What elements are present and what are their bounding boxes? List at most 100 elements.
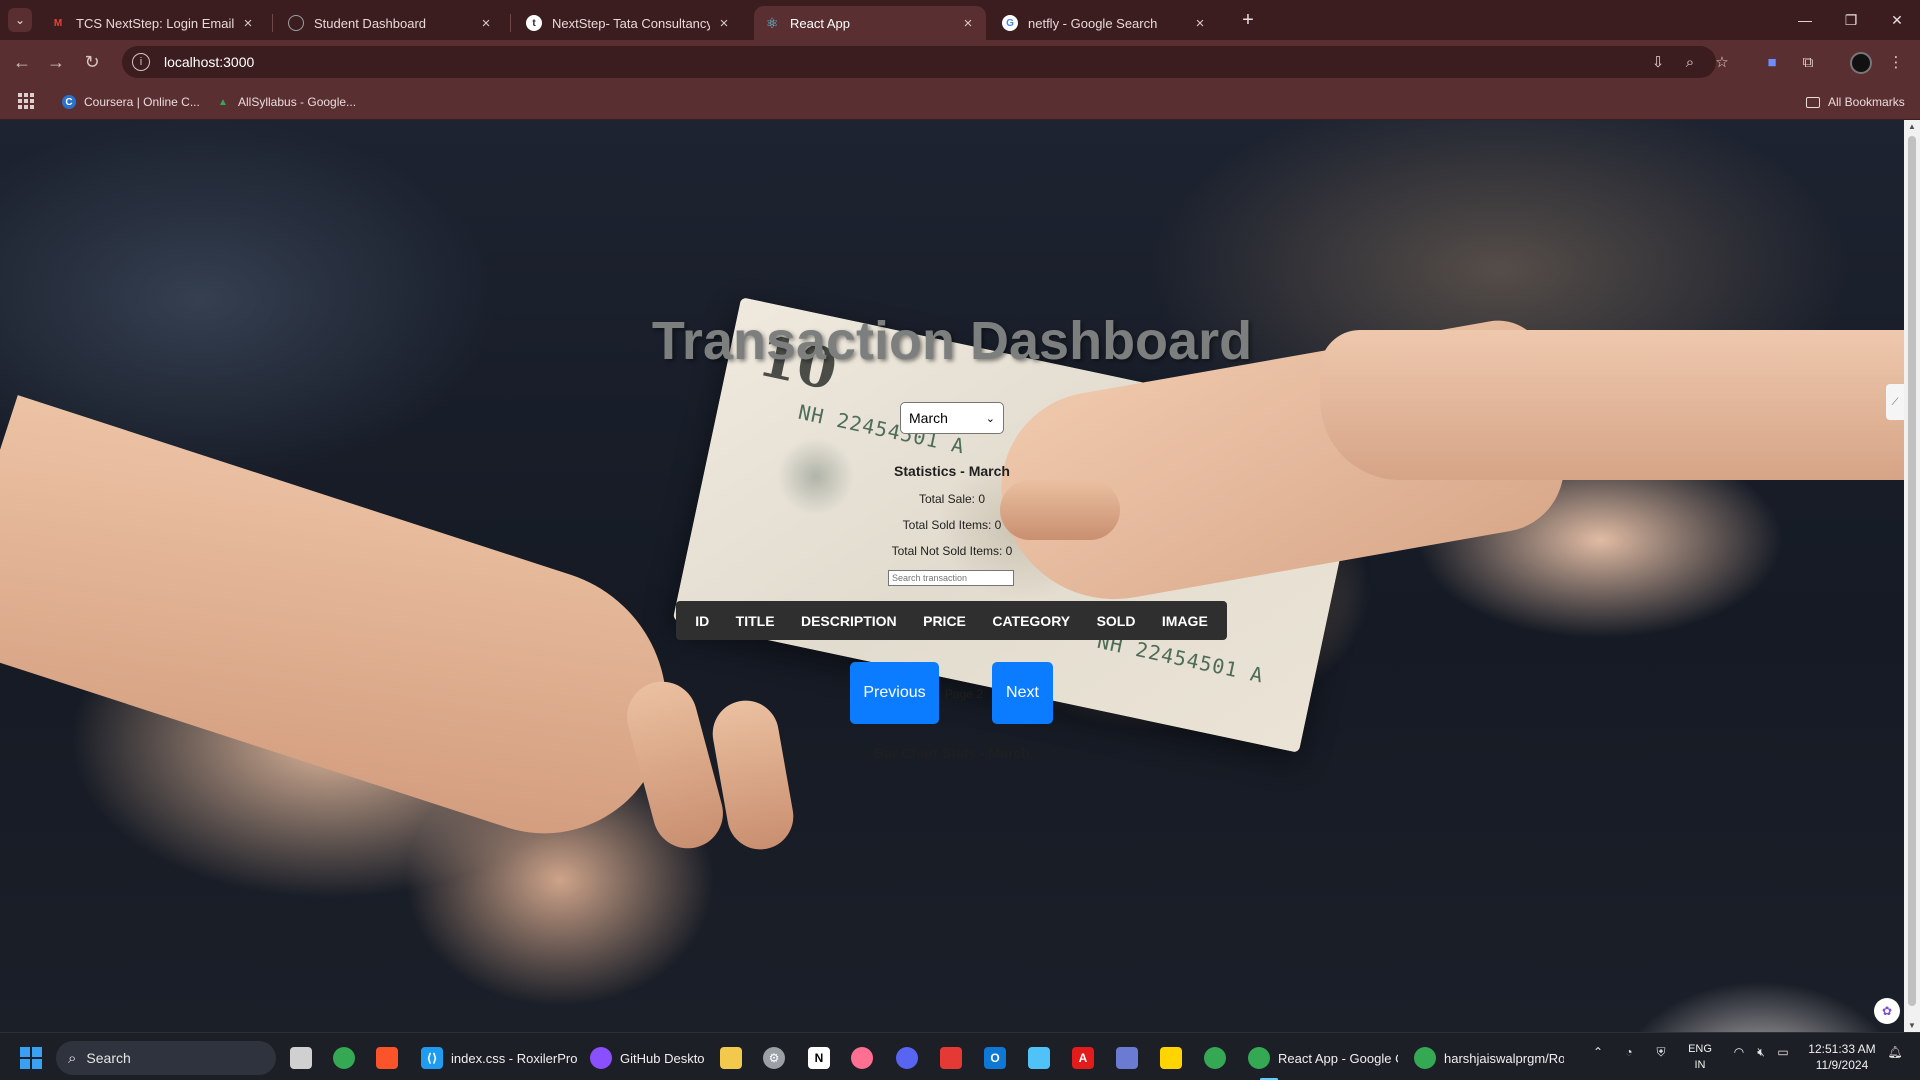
profile-avatar[interactable] [1850, 52, 1872, 74]
forward-button[interactable]: → [42, 48, 70, 76]
scroll-down-icon[interactable]: ▼ [1908, 1021, 1916, 1030]
new-tab-button[interactable]: + [1236, 8, 1260, 32]
extensions-puzzle-icon[interactable]: ⧉ [1796, 50, 1820, 74]
taskbar-discord[interactable] [896, 1043, 926, 1073]
chevron-down-icon: ⌄ [985, 412, 995, 425]
language-indicator[interactable]: ENG IN [1682, 1041, 1718, 1073]
taskbar-outlook[interactable]: O [984, 1043, 1014, 1073]
column-image: IMAGE [1161, 612, 1208, 629]
tab-separator [272, 14, 273, 32]
page-scrollbar[interactable]: ▲ ▼ [1904, 120, 1920, 1032]
task-view-button[interactable] [290, 1043, 320, 1073]
menu-icon[interactable]: ⋮ [1884, 50, 1908, 74]
taskbar-file-explorer[interactable] [720, 1043, 750, 1073]
tab-tcs-login[interactable]: M TCS NextStep: Login Email ID V × [40, 6, 266, 40]
taskbar-github-desktop[interactable]: GitHub Deskto [590, 1043, 705, 1073]
floating-assistant-icon[interactable]: ✿ [1874, 998, 1900, 1024]
taskbar-acrobat[interactable]: A [1072, 1043, 1102, 1073]
task-view-icon [290, 1047, 312, 1069]
battery-icon[interactable]: ▭ [1774, 1045, 1792, 1059]
close-icon[interactable]: × [478, 15, 494, 32]
windows-start-icon[interactable] [20, 1047, 42, 1069]
tab-student-dashboard[interactable]: Student Dashboard × [278, 6, 504, 40]
search-icon: ⌕ [68, 1049, 77, 1067]
minimize-button[interactable]: — [1782, 0, 1828, 40]
side-panel-tab[interactable]: ⟋ [1886, 384, 1904, 420]
column-sold: SOLD [1096, 612, 1136, 629]
close-icon[interactable]: × [716, 15, 732, 32]
close-icon[interactable]: × [1192, 15, 1208, 32]
news-icon [940, 1047, 962, 1069]
tab-search-button[interactable]: ⌄ [8, 8, 32, 32]
url-text[interactable]: localhost:3000 [164, 54, 254, 70]
volume-muted-icon[interactable]: 🔇︎ [1752, 1045, 1770, 1060]
site-info-icon[interactable]: i [132, 53, 150, 71]
acrobat-icon: A [1072, 1047, 1094, 1069]
tab-react-app[interactable]: ⚛ React App × [754, 6, 986, 40]
browser-toolbar: ← → ↻ i localhost:3000 ⇩ ⌕ ☆ ■ ⧉ ⋮ [0, 40, 1920, 84]
taskbar-notion[interactable]: N [808, 1043, 838, 1073]
discord-icon [896, 1047, 918, 1069]
scrollbar-thumb[interactable] [1908, 136, 1916, 1006]
bookmark-coursera[interactable]: C Coursera | Online C... [62, 93, 200, 111]
notepad-icon [1028, 1047, 1050, 1069]
react-icon: ⚛ [765, 14, 779, 31]
google-drive-icon: ▲ [218, 96, 228, 108]
outlook-icon: O [984, 1047, 1006, 1069]
back-button[interactable]: ← [8, 48, 36, 76]
file-explorer-icon [720, 1047, 742, 1069]
taskbar-chrome-profile[interactable] [1204, 1043, 1234, 1073]
chrome-icon [1204, 1047, 1226, 1069]
chrome-icon [1248, 1047, 1270, 1069]
tab-bar: ⌄ M TCS NextStep: Login Email ID V × Stu… [0, 0, 1920, 40]
taskbar-github-chrome[interactable]: harshjaiswalprgm/Ro: [1414, 1043, 1564, 1073]
next-button[interactable]: Next [992, 662, 1053, 724]
page-indicator: Page 2 [945, 687, 984, 701]
globe-icon [288, 15, 304, 31]
address-bar[interactable]: i localhost:3000 [122, 46, 1716, 78]
vscode-icon: ⟨⟩ [421, 1047, 443, 1069]
apps-grid-icon[interactable] [18, 93, 34, 109]
bar-chart-title: Bar Chart Stats - March [874, 745, 1030, 761]
notion-icon: N [808, 1047, 830, 1069]
bookmark-star-icon[interactable]: ☆ [1710, 50, 1734, 74]
taskbar-chrome[interactable] [333, 1043, 363, 1073]
security-icon[interactable]: ⛨ [1652, 1045, 1670, 1060]
search-transaction-input[interactable] [888, 570, 1014, 586]
tab-google-search[interactable]: G netfly - Google Search × [992, 6, 1218, 40]
clock-app-icon[interactable]: ◔ [1620, 1045, 1638, 1059]
restore-button[interactable]: ❐ [1828, 0, 1874, 40]
taskbar-calculator[interactable] [1116, 1043, 1146, 1073]
show-hidden-icons[interactable]: ⌃ [1590, 1045, 1606, 1059]
taskbar-sticky-notes[interactable] [1160, 1043, 1190, 1073]
close-window-button[interactable]: ✕ [1874, 0, 1920, 40]
tab-nextstep-tcs[interactable]: t NextStep- Tata Consultancy Ser × [516, 6, 742, 40]
previous-button[interactable]: Previous [850, 662, 939, 724]
column-category: CATEGORY [992, 612, 1071, 629]
taskbar-react-app-chrome[interactable]: React App - Google C [1248, 1043, 1398, 1080]
taskbar-search[interactable]: ⌕ Search [56, 1041, 276, 1075]
month-select[interactable]: March ⌄ [900, 402, 1004, 434]
taskbar-clock[interactable]: 12:51:33 AM 11/9/2024 [1800, 1041, 1884, 1073]
scroll-up-icon[interactable]: ▲ [1908, 122, 1916, 131]
taskbar-app[interactable] [851, 1043, 881, 1073]
bookmark-allsyllabus[interactable]: ▲ AllSyllabus - Google... [216, 93, 356, 111]
settings-icon: ⚙ [763, 1047, 785, 1069]
close-icon[interactable]: × [960, 15, 976, 32]
taskbar-settings[interactable]: ⚙ [763, 1043, 793, 1073]
close-icon[interactable]: × [240, 15, 256, 32]
gmail-icon: M [53, 17, 63, 29]
all-bookmarks-folder[interactable]: All Bookmarks [1806, 93, 1905, 111]
wifi-icon[interactable]: ◠ [1730, 1045, 1748, 1059]
taskbar-brave[interactable] [376, 1043, 406, 1073]
extension-icon[interactable]: ■ [1760, 50, 1784, 74]
notification-bell-icon[interactable]: 🔔︎ [1886, 1045, 1904, 1059]
column-title: TITLE [735, 612, 775, 629]
install-app-icon[interactable]: ⇩ [1646, 50, 1670, 74]
taskbar-notepad[interactable] [1028, 1043, 1058, 1073]
taskbar-news[interactable] [940, 1043, 970, 1073]
tcs-icon: t [526, 15, 542, 31]
taskbar-vscode[interactable]: ⟨⟩ index.css - RoxilerPro [421, 1043, 577, 1073]
reload-button[interactable]: ↻ [78, 48, 106, 76]
zoom-icon[interactable]: ⌕ [1678, 50, 1702, 74]
